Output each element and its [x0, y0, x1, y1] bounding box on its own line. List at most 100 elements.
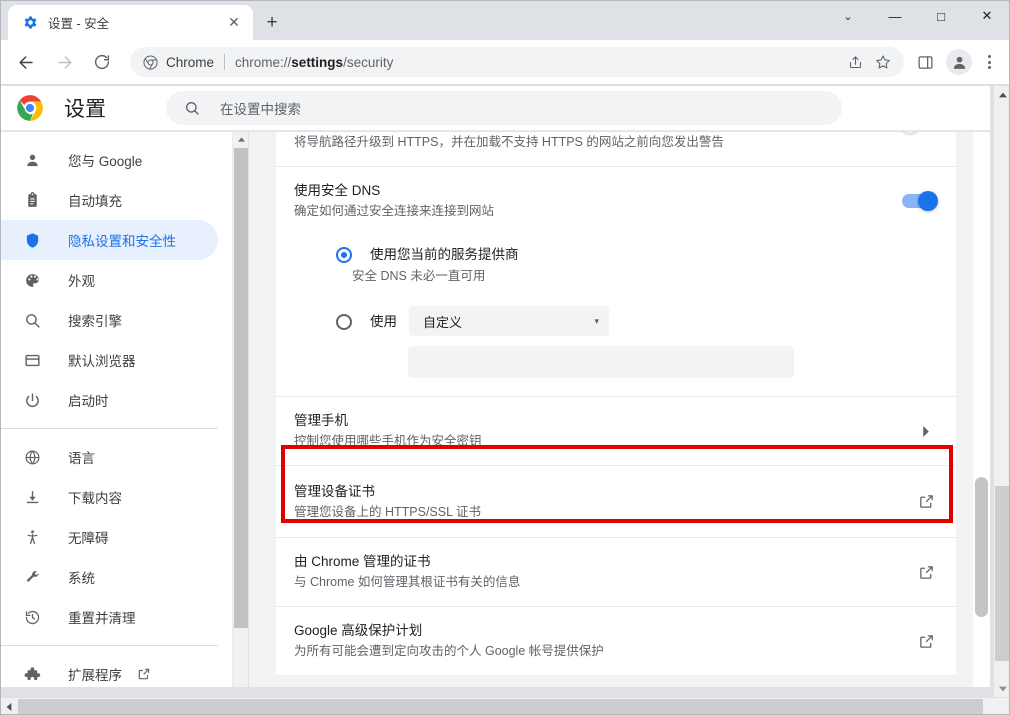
browser-toolbar: Chrome chrome://settings/security: [0, 40, 1010, 85]
scroll-up-icon[interactable]: [233, 132, 249, 146]
back-button[interactable]: [10, 46, 42, 78]
external-link-icon[interactable]: [916, 631, 936, 651]
row-text: 将导航路径升级到 HTTPS，并在加载不支持 HTTPS 的网站之前向您发出警告: [294, 132, 902, 152]
sidebar-scrollbar[interactable]: [232, 132, 248, 687]
window-horizontal-scrollbar-thumb[interactable]: [18, 699, 983, 714]
radio-button[interactable]: [336, 314, 352, 330]
row-title: 由 Chrome 管理的证书: [294, 552, 916, 572]
search-input[interactable]: 在设置中搜索: [166, 91, 842, 125]
chevron-down-icon[interactable]: ⌄: [828, 0, 868, 32]
sidebar-item-system[interactable]: 系统: [0, 557, 218, 597]
sidebar-item-label: 下载内容: [68, 487, 122, 507]
sidebar-item-autofill[interactable]: 自动填充: [0, 180, 218, 220]
chrome-managed-certificates-row[interactable]: 由 Chrome 管理的证书 与 Chrome 如何管理其根证书有关的信息: [276, 538, 956, 607]
reload-button[interactable]: [86, 46, 118, 78]
dns-option-current-provider[interactable]: 使用您当前的服务提供商 安全 DNS 未必一直可用: [294, 245, 936, 286]
minimize-button[interactable]: —: [872, 0, 918, 32]
content-scrollbar[interactable]: [973, 132, 990, 687]
chrome-logo: [16, 94, 44, 122]
sidebar-item-privacy-and-security[interactable]: 隐私设置和安全性: [0, 220, 218, 260]
maximize-button[interactable]: □: [918, 0, 964, 32]
search-icon: [22, 310, 42, 330]
sidebar-item-default-browser[interactable]: 默认浏览器: [0, 340, 218, 380]
scroll-left-icon[interactable]: [0, 698, 17, 715]
sidebar-item-label: 系统: [68, 567, 95, 587]
external-link-icon[interactable]: [916, 492, 936, 512]
manage-phones-row[interactable]: 管理手机 控制您使用哪些手机作为安全密钥: [276, 397, 956, 466]
sidebar-item-languages[interactable]: 语言: [0, 437, 218, 477]
omnibox-chrome-label: Chrome: [166, 55, 214, 70]
browser-window: 设置 - 安全 ✕ + ⌄ — □ ✕: [0, 0, 1010, 715]
dns-option-custom[interactable]: 使用 自定义 ▾: [294, 306, 936, 336]
sidebar-scrollbar-thumb[interactable]: [234, 148, 248, 628]
browser-tab[interactable]: 设置 - 安全 ✕: [8, 5, 253, 40]
settings-sidebar: 您与 Google 自动填充 隐私设置和安全性 外观 搜索引擎: [0, 132, 232, 687]
close-icon[interactable]: ✕: [223, 12, 245, 34]
search-icon: [182, 98, 202, 118]
radio-label: 使用您当前的服务提供商: [370, 245, 519, 264]
manage-device-certificates-row[interactable]: 管理设备证书 管理您设备上的 HTTPS/SSL 证书: [276, 466, 956, 538]
wrench-icon: [22, 567, 42, 587]
omnibox-url: chrome://settings/security: [235, 55, 393, 70]
external-link-icon[interactable]: [916, 562, 936, 582]
puzzle-icon: [22, 664, 42, 684]
scroll-up-icon[interactable]: [994, 86, 1010, 103]
dropdown-value: 自定义: [423, 312, 462, 331]
search-placeholder: 在设置中搜索: [220, 98, 301, 118]
radio-sublabel: 安全 DNS 未必一直可用: [352, 267, 519, 286]
sidebar-divider: [0, 428, 218, 429]
secure-dns-row[interactable]: 使用安全 DNS 确定如何通过安全连接来连接到网站: [276, 167, 956, 227]
url-prefix: chrome://: [235, 55, 291, 70]
sidebar-item-label: 无障碍: [68, 527, 109, 547]
shield-icon: [22, 230, 42, 250]
dns-custom-input[interactable]: [408, 346, 794, 378]
clipboard-icon: [22, 190, 42, 210]
row-text: Google 高级保护计划 为所有可能会遭到定向攻击的个人 Google 帐号提…: [294, 621, 916, 661]
sidebar-item-extensions[interactable]: 扩展程序: [0, 654, 218, 687]
tab-title: 设置 - 安全: [48, 13, 223, 32]
sidebar-item-search-engine[interactable]: 搜索引擎: [0, 300, 218, 340]
window-vertical-scrollbar-thumb[interactable]: [995, 486, 1010, 661]
content-scrollbar-thumb[interactable]: [975, 477, 988, 617]
menu-dot: [988, 66, 991, 69]
close-window-button[interactable]: ✕: [964, 0, 1010, 32]
tab-strip: 设置 - 安全 ✕ + ⌄ — □ ✕: [0, 0, 1010, 40]
sidebar-item-you-and-google[interactable]: 您与 Google: [0, 140, 218, 180]
row-title: 使用安全 DNS: [294, 181, 902, 201]
sidebar-item-label: 搜索引擎: [68, 310, 122, 330]
sidebar-item-on-startup[interactable]: 启动时: [0, 380, 218, 420]
https-upgrade-row[interactable]: 将导航路径升级到 HTTPS，并在加载不支持 HTTPS 的网站之前向您发出警告: [276, 132, 956, 167]
scroll-down-icon[interactable]: [994, 680, 1010, 697]
row-title: Google 高级保护计划: [294, 621, 916, 641]
accessibility-icon: [22, 527, 42, 547]
sidebar-item-label: 外观: [68, 270, 95, 290]
new-tab-button[interactable]: +: [258, 9, 286, 37]
side-panel-icon[interactable]: [910, 47, 940, 77]
profile-avatar-icon[interactable]: [946, 49, 972, 75]
dns-provider-dropdown[interactable]: 自定义 ▾: [409, 306, 609, 336]
history-restore-icon: [22, 607, 42, 627]
page-title: 设置: [64, 93, 106, 123]
radio-texts: 使用您当前的服务提供商 安全 DNS 未必一直可用: [352, 245, 519, 286]
chevron-right-icon: [916, 421, 936, 441]
sidebar-item-downloads[interactable]: 下载内容: [0, 477, 218, 517]
secure-dns-toggle[interactable]: [902, 194, 936, 208]
sidebar-item-appearance[interactable]: 外观: [0, 260, 218, 300]
url-bold-part: settings: [291, 55, 343, 70]
sidebar-item-reset-and-cleanup[interactable]: 重置并清理: [0, 597, 218, 637]
person-icon: [22, 150, 42, 170]
advanced-protection-row[interactable]: Google 高级保护计划 为所有可能会遭到定向攻击的个人 Google 帐号提…: [276, 607, 956, 675]
sidebar-item-accessibility[interactable]: 无障碍: [0, 517, 218, 557]
omnibox-separator: [224, 54, 225, 70]
address-bar[interactable]: Chrome chrome://settings/security: [130, 47, 904, 77]
forward-button[interactable]: [48, 46, 80, 78]
star-icon[interactable]: [870, 49, 896, 75]
window-horizontal-scrollbar[interactable]: [0, 697, 1010, 715]
share-icon[interactable]: [842, 49, 868, 75]
sidebar-item-label: 启动时: [68, 390, 109, 410]
three-dot-menu-icon[interactable]: [976, 47, 1002, 77]
radio-label: 使用: [370, 312, 397, 331]
window-vertical-scrollbar[interactable]: [993, 86, 1010, 697]
sidebar-item-label: 语言: [68, 447, 95, 467]
radio-button[interactable]: [336, 247, 352, 263]
